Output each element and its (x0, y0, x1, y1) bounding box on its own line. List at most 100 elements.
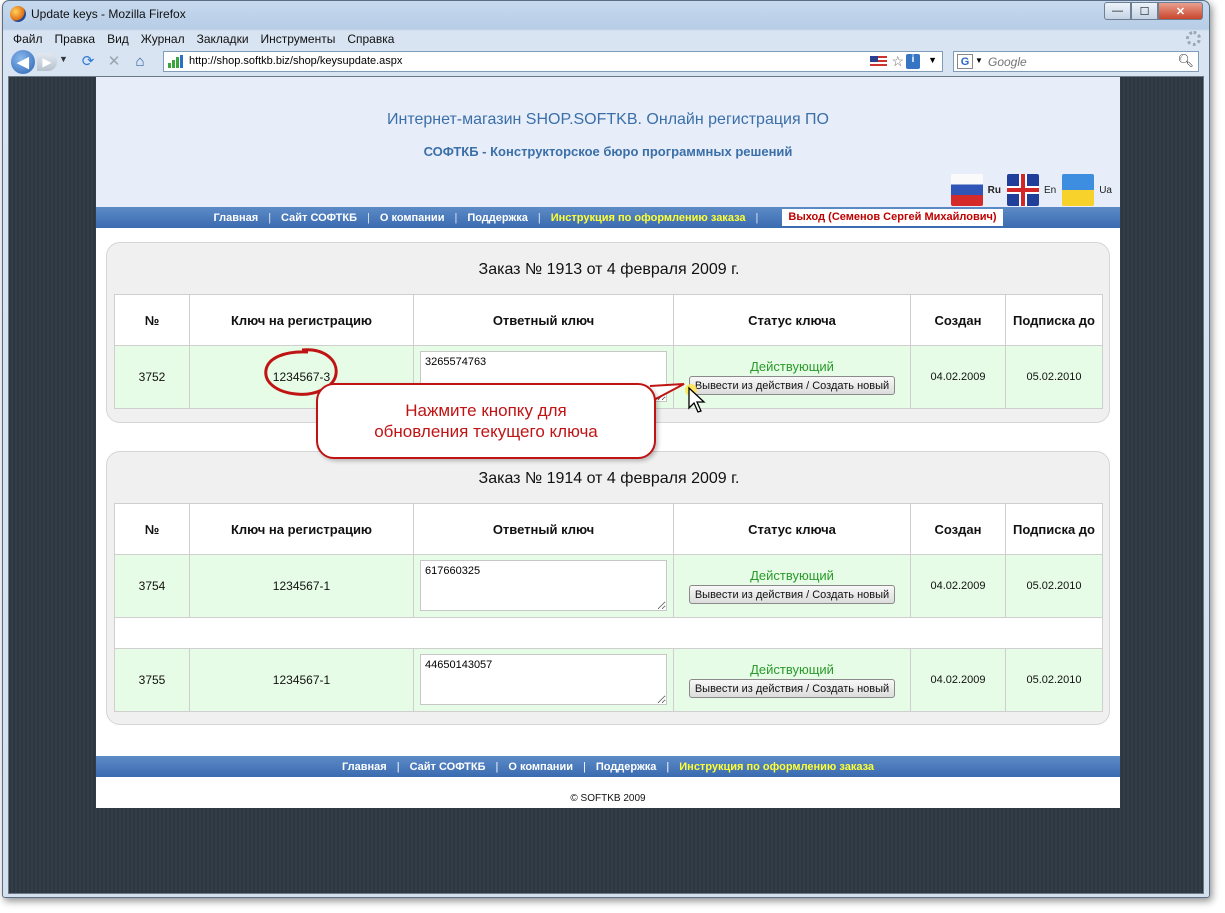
status-text: Действующий (750, 568, 834, 583)
nav-home-link[interactable]: Главная (213, 212, 258, 224)
language-en-label: En (1043, 184, 1057, 196)
forward-icon[interactable]: ▶ (37, 53, 57, 71)
callout-line-2: обновления текущего ключа (374, 422, 598, 441)
row-number: 3752 (114, 345, 190, 409)
column-header-subscription-until: Подписка до (1005, 503, 1103, 555)
nav-separator: | (454, 211, 458, 224)
footer-order-instructions-link[interactable]: Инструкция по оформлению заказа (679, 761, 874, 773)
key-status-cell: Действующий Вывести из действия / Создат… (673, 554, 911, 618)
nav-about-link[interactable]: О компании (380, 212, 445, 224)
table-spacer-row (114, 617, 1103, 649)
bookmark-star-icon[interactable]: ☆ (891, 53, 904, 70)
nav-support-link[interactable]: Поддержка (467, 212, 528, 224)
table-row: 3755 1234567-1 44650143057 Действующий В… (114, 648, 1103, 712)
status-text: Действующий (750, 662, 834, 677)
status-text: Действующий (750, 359, 834, 374)
mouse-cursor-icon (685, 384, 706, 413)
url-text: http://shop.softkb.biz/shop/keysupdate.a… (189, 55, 403, 67)
created-date: 04.02.2009 (910, 345, 1006, 409)
navigation-toolbar: ◀ ▶ ▼ ⟳ ✕ ⌂ http://shop.softkb.biz/shop/… (3, 49, 1209, 75)
close-button[interactable]: ✕ (1158, 2, 1203, 20)
row-number: 3754 (114, 554, 190, 618)
menu-bar: Файл Правка Вид Журнал Закладки Инструме… (3, 29, 1209, 49)
revoke-create-new-button[interactable]: Вывести из действия / Создать новый (688, 376, 896, 395)
url-dropdown-icon[interactable]: ▼ (928, 55, 937, 65)
order-title: Заказ № 1914 от 4 февраля 2009 г. (478, 470, 740, 487)
response-key-cell: 617660325 (413, 554, 674, 618)
menu-tools[interactable]: Инструменты (261, 29, 336, 49)
footer-home-link[interactable]: Главная (342, 761, 387, 773)
registration-key: 1234567-1 (189, 554, 414, 618)
menu-edit[interactable]: Правка (55, 29, 96, 49)
logout-button[interactable]: Выход (Семенов Сергей Михайлович) (782, 209, 1003, 226)
language-ru-label: Ru (987, 184, 1001, 196)
column-header-key-status: Статус ключа (673, 503, 911, 555)
footer-support-link[interactable]: Поддержка (596, 761, 657, 773)
menu-bookmarks[interactable]: Закладки (197, 29, 249, 49)
menu-history[interactable]: Журнал (141, 29, 185, 49)
language-ua[interactable]: Ua (1062, 174, 1112, 206)
table-header-row: № Ключ на регистрацию Ответный ключ Стат… (114, 503, 1103, 555)
language-switcher: Ru En Ua (945, 174, 1112, 206)
nav-order-instructions-link[interactable]: Инструкция по оформлению заказа (551, 212, 746, 224)
search-engine-dropdown-icon[interactable]: ▼ (975, 56, 983, 65)
nav-separator: | (366, 211, 370, 224)
callout-text: Нажмите кнопку для обновления текущего к… (318, 400, 654, 442)
column-header-response-key: Ответный ключ (413, 294, 674, 346)
column-header-key-status: Статус ключа (673, 294, 911, 346)
search-bar: G ▼ 🔍︎ (953, 51, 1199, 72)
russia-flag-icon (950, 174, 983, 206)
ukraine-flag-icon (1062, 174, 1095, 206)
search-icon[interactable]: 🔍︎ (1177, 53, 1194, 69)
nav-separator: | (755, 211, 759, 224)
footer-about-link[interactable]: О компании (508, 761, 573, 773)
page-viewport: Интернет-магазин SHOP.SOFTKB. Онлайн рег… (8, 76, 1204, 894)
registration-key: 1234567-1 (189, 648, 414, 712)
window-title: Update keys - Mozilla Firefox (31, 7, 186, 21)
top-navigation: Главная | Сайт СОФТКБ | О компании | Под… (96, 207, 1120, 228)
home-icon[interactable]: ⌂ (131, 52, 149, 70)
menu-help[interactable]: Справка (347, 29, 394, 49)
footer-separator: | (666, 760, 670, 773)
language-ua-label: Ua (1099, 184, 1112, 196)
response-key-field[interactable]: 617660325 (420, 560, 667, 611)
window-controls: — ☐ ✕ (1104, 2, 1203, 20)
column-header-response-key: Ответный ключ (413, 503, 674, 555)
uk-flag-icon (1006, 174, 1039, 206)
us-flag-icon[interactable] (870, 56, 887, 67)
menu-file[interactable]: Файл (13, 29, 43, 49)
column-header-number: № (114, 503, 190, 555)
menu-view[interactable]: Вид (107, 29, 129, 49)
maximize-button[interactable]: ☐ (1131, 2, 1158, 20)
footer-navigation: Главная | Сайт СОФТКБ | О компании | Под… (96, 756, 1120, 777)
footer-softkb-site-link[interactable]: Сайт СОФТКБ (410, 761, 486, 773)
info-icon[interactable]: i (906, 54, 920, 69)
response-key-cell: 44650143057 (413, 648, 674, 712)
column-header-registration-key: Ключ на регистрацию (189, 503, 414, 555)
footer-separator: | (396, 760, 400, 773)
site-header: Интернет-магазин SHOP.SOFTKB. Онлайн рег… (96, 77, 1120, 207)
copyright-text: © SOFTKB 2009 (570, 793, 646, 804)
minimize-button[interactable]: — (1104, 2, 1131, 20)
search-input[interactable] (986, 52, 1176, 71)
revoke-create-new-button[interactable]: Вывести из действия / Создать новый (688, 679, 896, 698)
firefox-logo-icon (10, 6, 26, 22)
row-number: 3755 (114, 648, 190, 712)
revoke-create-new-button[interactable]: Вывести из действия / Создать новый (688, 585, 896, 604)
callout-line-1: Нажмите кнопку для (405, 401, 567, 420)
footer-separator: | (582, 760, 586, 773)
response-key-field[interactable]: 44650143057 (420, 654, 667, 705)
language-ru[interactable]: Ru (950, 174, 1001, 206)
history-dropdown-icon[interactable]: ▼ (59, 54, 68, 64)
language-en[interactable]: En (1006, 174, 1057, 206)
reload-icon[interactable]: ⟳ (79, 52, 97, 70)
back-icon[interactable]: ◀ (11, 50, 35, 74)
subscription-until-date: 05.02.2010 (1005, 554, 1103, 618)
nav-softkb-site-link[interactable]: Сайт СОФТКБ (281, 212, 357, 224)
created-date: 04.02.2009 (910, 648, 1006, 712)
order-title: Заказ № 1913 от 4 февраля 2009 г. (478, 261, 740, 278)
column-header-number: № (114, 294, 190, 346)
address-bar[interactable]: http://shop.softkb.biz/shop/keysupdate.a… (163, 51, 943, 72)
google-icon[interactable]: G (957, 54, 973, 69)
stop-icon[interactable]: ✕ (105, 52, 123, 70)
